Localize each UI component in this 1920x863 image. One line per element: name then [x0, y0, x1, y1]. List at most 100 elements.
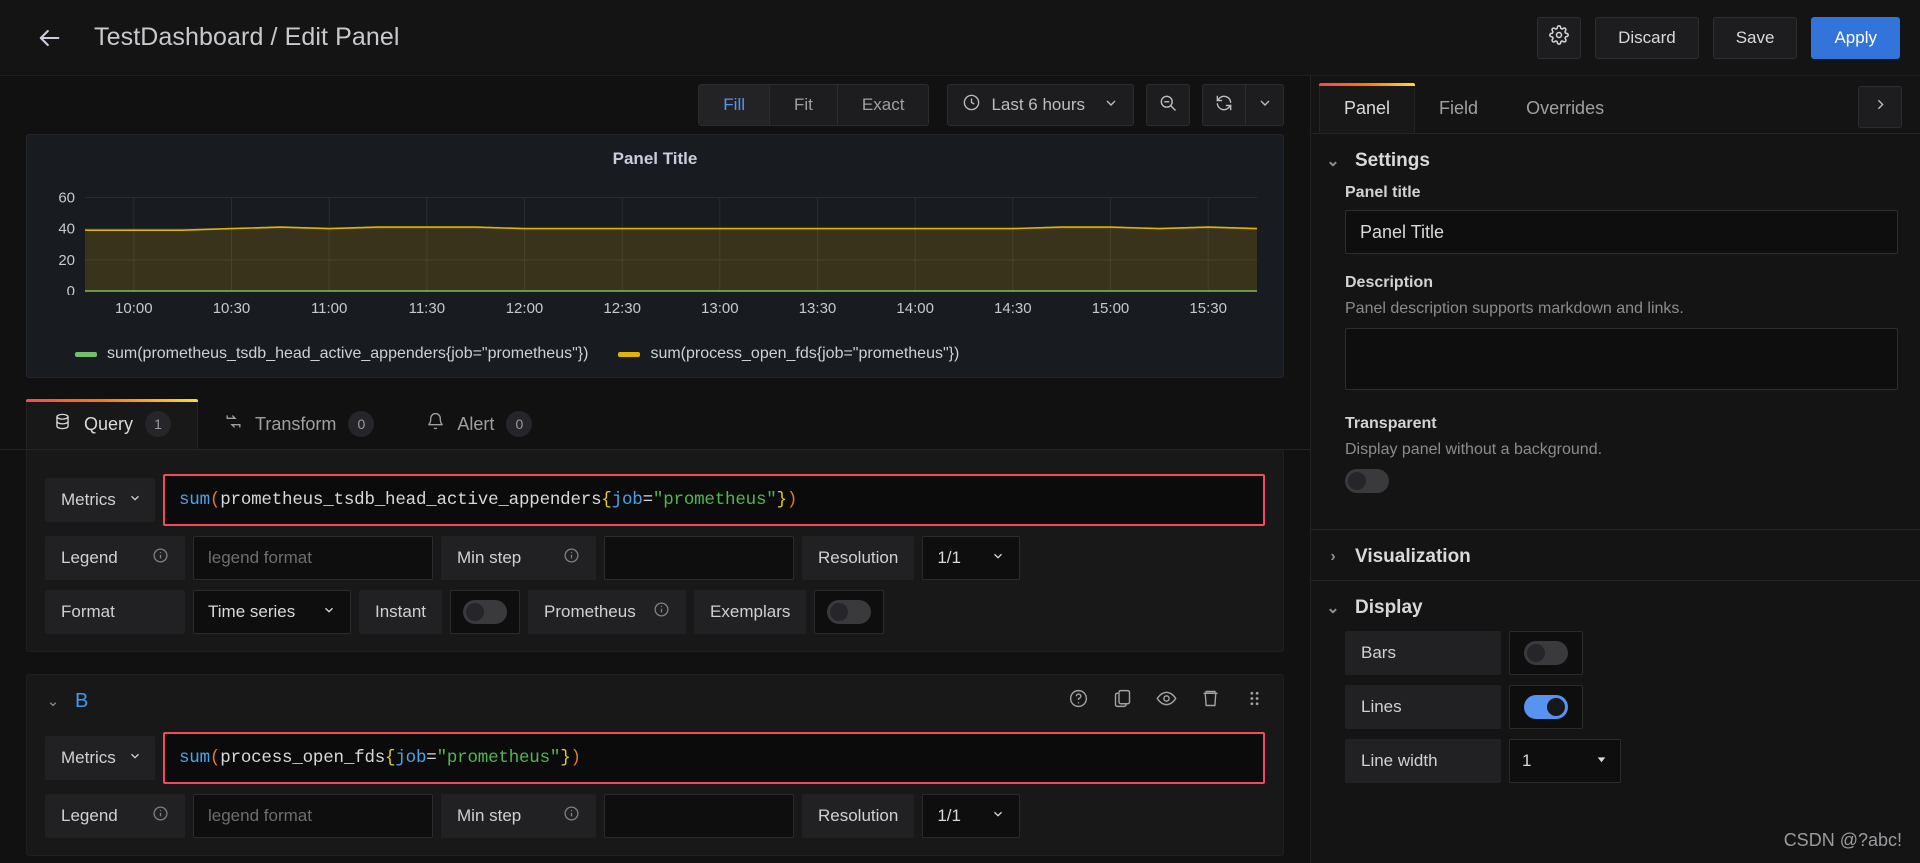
legend-item[interactable]: sum(process_open_fds{job="prometheus"})	[618, 345, 959, 363]
settings-section-body: Panel title Description Panel descriptio…	[1311, 184, 1920, 529]
toggle-knob	[466, 603, 485, 621]
info-icon[interactable]	[563, 547, 580, 569]
settings-section-header[interactable]: ⌄ Settings	[1311, 134, 1920, 184]
refresh-button[interactable]	[1202, 84, 1246, 126]
visualization-section-header[interactable]: › Visualization	[1311, 530, 1920, 580]
panel-title-input[interactable]	[1345, 210, 1898, 254]
query-a-legend-input[interactable]: legend format	[193, 536, 433, 580]
tab-overrides[interactable]: Overrides	[1502, 83, 1628, 133]
query-a-expression-input[interactable]: sum(prometheus_tsdb_head_active_appender…	[163, 474, 1265, 526]
resolution-value: 1/1	[937, 806, 961, 825]
query-a-metrics-dropdown[interactable]: Metrics	[45, 478, 155, 522]
query-a-minstep-label: Min step	[441, 536, 596, 580]
size-mode-fill[interactable]: Fill	[698, 84, 771, 126]
display-row-bars: Bars	[1345, 631, 1898, 675]
eye-icon[interactable]	[1156, 450, 1177, 456]
info-icon[interactable]	[152, 805, 169, 827]
duplicate-icon[interactable]	[1112, 688, 1133, 714]
chevron-down-icon	[128, 490, 142, 510]
tab-alert[interactable]: Alert 0	[400, 399, 558, 449]
description-help-text: Panel description supports markdown and …	[1345, 300, 1684, 317]
chevron-down-icon: ⌄	[1326, 600, 1340, 617]
discard-button[interactable]: Discard	[1595, 16, 1699, 59]
query-a-instant-toggle-box[interactable]	[450, 590, 521, 634]
exemplars-toggle[interactable]	[827, 600, 872, 624]
size-mode-exact[interactable]: Exact	[837, 84, 930, 126]
svg-text:12:00: 12:00	[506, 300, 544, 317]
chart-legend: sum(prometheus_tsdb_head_active_appender…	[27, 341, 1283, 377]
svg-text:40: 40	[58, 221, 75, 238]
back-button[interactable]	[26, 15, 72, 61]
toggle-knob	[1527, 644, 1545, 662]
lines-toggle-box[interactable]	[1509, 685, 1583, 729]
left-column: Fill Fit Exact Last 6 hours Panel Title …	[0, 76, 1310, 863]
query-a-exemplars-toggle-box[interactable]	[814, 590, 885, 634]
display-section-header[interactable]: ⌄ Display	[1311, 581, 1920, 631]
time-range-picker[interactable]: Last 6 hours	[947, 84, 1134, 126]
drag-handle-icon[interactable]	[1244, 688, 1265, 714]
info-icon[interactable]	[152, 547, 169, 569]
expr-open-paren: (	[209, 490, 221, 510]
watermark: CSDN @?abc!	[1783, 830, 1902, 850]
zoom-out-button[interactable]	[1146, 84, 1190, 126]
transparent-toggle[interactable]	[1345, 469, 1389, 493]
chevron-down-icon	[991, 548, 1005, 568]
collapse-options-button[interactable]	[1858, 86, 1902, 128]
query-a-header: ⌄ A	[27, 450, 1283, 469]
size-mode-fit[interactable]: Fit	[770, 84, 838, 126]
transform-icon	[224, 412, 243, 436]
panel-preview[interactable]: Panel Title 0 20 40 60 10:00 10:30 11:00 11:30…	[26, 134, 1284, 378]
trash-icon[interactable]	[1200, 450, 1221, 456]
chevron-right-icon	[1872, 96, 1889, 118]
line-width-select[interactable]: 1	[1509, 739, 1621, 783]
tab-panel[interactable]: Panel	[1319, 83, 1416, 133]
apply-button[interactable]: Apply	[1811, 16, 1900, 59]
query-b-legend-label: Legend	[45, 794, 185, 838]
minstep-caption: Min step	[457, 806, 522, 825]
chevron-down-icon[interactable]: ⌄	[45, 692, 61, 710]
query-b-metrics-dropdown[interactable]: Metrics	[45, 736, 155, 780]
format-value: Time series	[208, 602, 296, 621]
legend-color-swatch	[618, 351, 641, 357]
query-a-format-select[interactable]: Time series	[193, 590, 351, 634]
query-a-minstep-input[interactable]	[604, 536, 794, 580]
eye-icon[interactable]	[1156, 688, 1177, 714]
query-b-minstep-input[interactable]	[604, 794, 794, 838]
description-label: Description	[1345, 274, 1434, 291]
chevron-down-icon	[1103, 95, 1119, 116]
drag-handle-icon[interactable]	[1244, 450, 1265, 456]
info-icon[interactable]	[563, 805, 580, 827]
query-b-resolution-select[interactable]: 1/1	[922, 794, 1021, 838]
info-icon[interactable]	[653, 601, 670, 623]
duplicate-icon[interactable]	[1112, 450, 1133, 456]
chevron-down-icon[interactable]: ⌄	[45, 450, 61, 452]
expr-open-brace: {	[601, 490, 612, 510]
query-a-exemplars-label: Exemplars	[694, 590, 807, 634]
query-row-a: ⌄ A Metrics	[26, 450, 1284, 652]
tab-query-count: 1	[145, 411, 172, 437]
timeseries-chart[interactable]: 0 20 40 60 10:00 10:30 11:00 11:30 12:00 12:30 13…	[27, 175, 1283, 341]
legend-item[interactable]: sum(prometheus_tsdb_head_active_appender…	[75, 345, 588, 363]
bars-toggle-box[interactable]	[1509, 631, 1583, 675]
line-width-value: 1	[1522, 751, 1532, 770]
tab-field[interactable]: Field	[1415, 83, 1502, 133]
tab-transform[interactable]: Transform 0	[198, 399, 400, 449]
query-b-legend-input[interactable]: legend format	[193, 794, 433, 838]
panel-preview-title: Panel Title	[612, 149, 698, 168]
help-icon[interactable]	[1068, 688, 1089, 714]
description-textarea[interactable]	[1345, 328, 1898, 390]
refresh-interval-dropdown[interactable]	[1246, 84, 1284, 126]
query-a-resolution-select[interactable]: 1/1	[922, 536, 1021, 580]
instant-toggle[interactable]	[463, 600, 508, 624]
trash-icon[interactable]	[1200, 688, 1221, 714]
save-button[interactable]: Save	[1712, 16, 1798, 59]
help-icon[interactable]	[1068, 450, 1089, 456]
tab-query[interactable]: Query 1	[26, 399, 199, 449]
query-a-metrics-row: Metrics sum(prometheus_tsdb_head_active_…	[27, 469, 1283, 531]
line-width-label: Line width	[1345, 739, 1501, 783]
bars-toggle[interactable]	[1524, 641, 1568, 665]
chevron-down-icon	[322, 602, 336, 622]
lines-toggle[interactable]	[1524, 695, 1568, 719]
query-b-expression-input[interactable]: sum(process_open_fds{job = "prometheus"})	[163, 732, 1265, 784]
panel-settings-button[interactable]	[1537, 16, 1582, 59]
